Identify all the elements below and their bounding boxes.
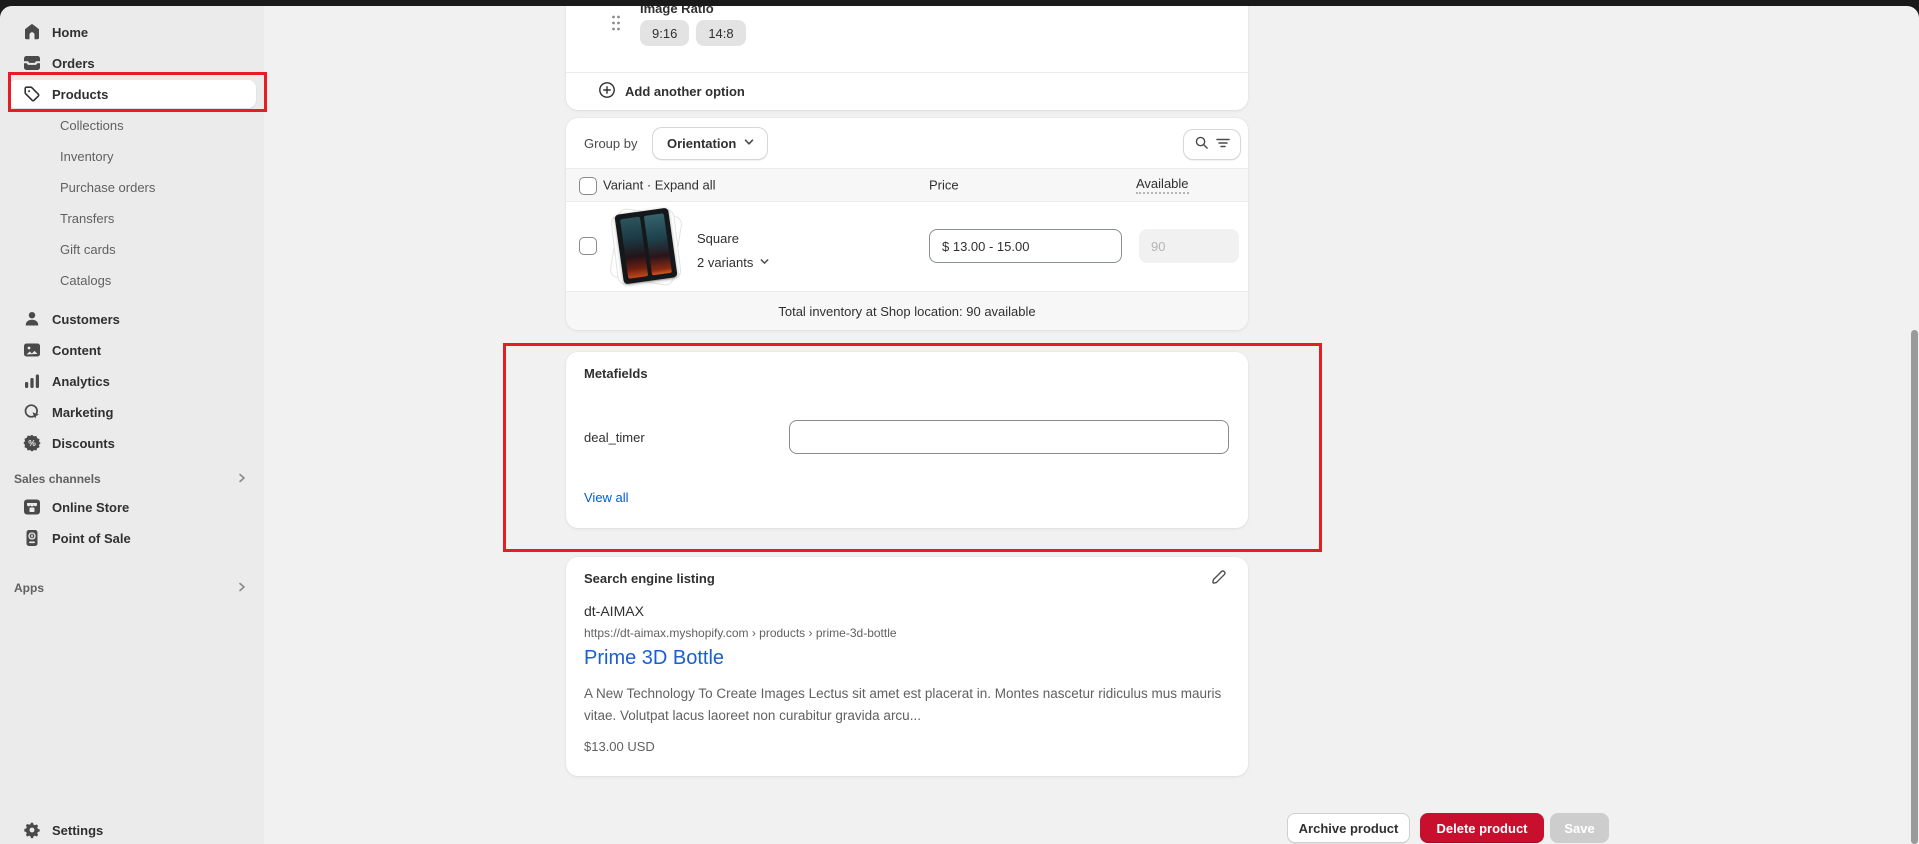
sidebar-item-analytics[interactable]: Analytics bbox=[8, 367, 256, 395]
marketing-target-icon bbox=[22, 402, 42, 422]
delete-product-button[interactable]: Delete product bbox=[1420, 813, 1544, 843]
total-inventory-footer: Total inventory at Shop location: 90 ava… bbox=[566, 291, 1248, 330]
seo-description: A New Technology To Create Images Lectus… bbox=[584, 683, 1232, 727]
shopify-admin-screen: Home Orders Products Collections Invento… bbox=[0, 0, 1919, 844]
top-bar bbox=[0, 0, 1919, 6]
sidebar-item-label: Marketing bbox=[52, 405, 113, 420]
variant-name: Square bbox=[697, 230, 770, 247]
add-another-option-button[interactable]: Add another option bbox=[598, 72, 745, 110]
products-tag-icon bbox=[22, 84, 42, 104]
variant-available-input[interactable] bbox=[1139, 229, 1239, 263]
sidebar-item-settings[interactable]: Settings bbox=[8, 816, 256, 844]
sidebar-item-point-of-sale[interactable]: Point of Sale bbox=[8, 524, 256, 552]
seo-result-title[interactable]: Prime 3D Bottle bbox=[584, 647, 724, 670]
sidebar-item-label: Orders bbox=[52, 56, 95, 71]
edit-seo-button[interactable] bbox=[1206, 567, 1230, 591]
seo-breadcrumb-url: https://dt-aimax.myshopify.com › product… bbox=[584, 626, 897, 640]
column-header-variant[interactable]: Variant · Expand all bbox=[603, 178, 716, 193]
search-icon bbox=[1194, 135, 1209, 155]
chevron-down-icon bbox=[743, 136, 755, 151]
sidebar-item-label: Products bbox=[52, 87, 108, 102]
search-filter-button[interactable] bbox=[1183, 129, 1241, 160]
gear-icon bbox=[22, 820, 42, 840]
sidebar-item-products[interactable]: Products bbox=[8, 80, 256, 108]
sidebar-item-inventory[interactable]: Inventory bbox=[8, 142, 256, 170]
plus-circle-icon bbox=[598, 81, 616, 102]
home-icon bbox=[22, 22, 42, 42]
filter-icon bbox=[1216, 136, 1230, 154]
group-by-dropdown[interactable]: Orientation bbox=[652, 127, 768, 160]
variant-row: Square 2 variants bbox=[566, 202, 1248, 291]
view-all-link[interactable]: View all bbox=[584, 490, 629, 505]
sidebar-item-gift-cards[interactable]: Gift cards bbox=[8, 235, 256, 263]
search-engine-listing-card: Search engine listing dt-AIMAX https://d… bbox=[566, 557, 1248, 776]
group-by-row: Group by Orientation bbox=[566, 118, 1248, 169]
archive-product-button[interactable]: Archive product bbox=[1287, 813, 1410, 843]
content-image-icon bbox=[22, 340, 42, 360]
option-value-chip[interactable]: 9:16 bbox=[640, 20, 689, 46]
column-header-price: Price bbox=[929, 178, 959, 193]
sidebar-item-collections[interactable]: Collections bbox=[8, 111, 256, 139]
option-name-label: Image Ratio bbox=[640, 6, 714, 16]
sidebar-item-label: Point of Sale bbox=[52, 531, 131, 546]
metafields-title: Metafields bbox=[584, 366, 648, 381]
variant-checkbox[interactable] bbox=[579, 237, 597, 255]
sales-channels-header[interactable]: Sales channels bbox=[8, 471, 256, 487]
variant-price-input[interactable] bbox=[929, 229, 1122, 263]
sidebar-item-label: Content bbox=[52, 343, 101, 358]
discounts-badge-icon: % bbox=[22, 433, 42, 453]
option-value-chip[interactable]: 14:8 bbox=[696, 20, 745, 46]
sidebar-item-transfers[interactable]: Transfers bbox=[8, 204, 256, 232]
sidebar-item-label: Analytics bbox=[52, 374, 110, 389]
save-button[interactable]: Save bbox=[1550, 813, 1609, 843]
point-of-sale-icon bbox=[22, 528, 42, 548]
customers-icon bbox=[22, 309, 42, 329]
select-all-checkbox[interactable] bbox=[579, 177, 597, 195]
metafield-name-label: deal_timer bbox=[584, 430, 645, 445]
vertical-scrollbar-thumb[interactable] bbox=[1911, 330, 1918, 844]
variant-options-card: Image Ratio 9:16 14:8 Add another option bbox=[566, 6, 1248, 110]
analytics-bars-icon bbox=[22, 371, 42, 391]
svg-text:%: % bbox=[28, 438, 36, 448]
sidebar-item-label: Settings bbox=[52, 823, 103, 838]
online-store-icon bbox=[22, 497, 42, 517]
apps-header[interactable]: Apps bbox=[8, 580, 256, 596]
sidebar-item-content[interactable]: Content bbox=[8, 336, 256, 364]
sidebar-nav: Home Orders Products Collections Invento… bbox=[0, 6, 264, 844]
expand-variants-toggle[interactable]: 2 variants bbox=[697, 254, 770, 271]
sidebar-item-label: Online Store bbox=[52, 500, 129, 515]
seo-price: $13.00 USD bbox=[584, 739, 655, 754]
orders-icon bbox=[22, 53, 42, 73]
sidebar-spacer bbox=[0, 297, 264, 305]
sidebar-item-customers[interactable]: Customers bbox=[8, 305, 256, 333]
sidebar-item-home[interactable]: Home bbox=[8, 18, 256, 46]
seo-site-name: dt-AIMAX bbox=[584, 603, 644, 619]
sidebar-item-label: Discounts bbox=[52, 436, 115, 451]
sidebar-item-purchase-orders[interactable]: Purchase orders bbox=[8, 173, 256, 201]
variant-thumbnail[interactable] bbox=[608, 206, 684, 288]
metafields-card: Metafields deal_timer View all bbox=[566, 352, 1248, 528]
sidebar-item-online-store[interactable]: Online Store bbox=[8, 493, 256, 521]
app-frame: Home Orders Products Collections Invento… bbox=[0, 6, 1919, 844]
chevron-right-icon bbox=[236, 581, 248, 596]
seo-card-title: Search engine listing bbox=[584, 571, 715, 586]
column-header-available: Available bbox=[1136, 176, 1189, 194]
sidebar-item-marketing[interactable]: Marketing bbox=[8, 398, 256, 426]
variants-card: Group by Orientation bbox=[566, 118, 1248, 330]
option-values: 9:16 14:8 bbox=[640, 20, 746, 46]
group-by-label: Group by bbox=[584, 118, 637, 169]
sidebar-item-label: Home bbox=[52, 25, 88, 40]
sidebar-item-label: Customers bbox=[52, 312, 120, 327]
sidebar-item-discounts[interactable]: % Discounts bbox=[8, 429, 256, 457]
variants-table-header: Variant · Expand all Price Available bbox=[566, 169, 1248, 202]
drag-handle-icon[interactable] bbox=[610, 13, 622, 38]
metafield-value-input[interactable] bbox=[789, 420, 1229, 454]
product-image bbox=[614, 208, 677, 285]
sidebar-item-orders[interactable]: Orders bbox=[8, 49, 256, 77]
variant-name-block: Square 2 variants bbox=[697, 230, 770, 271]
chevron-down-icon bbox=[759, 254, 770, 271]
sidebar-item-catalogs[interactable]: Catalogs bbox=[8, 266, 256, 294]
pencil-icon bbox=[1210, 568, 1227, 590]
chevron-right-icon bbox=[236, 472, 248, 487]
